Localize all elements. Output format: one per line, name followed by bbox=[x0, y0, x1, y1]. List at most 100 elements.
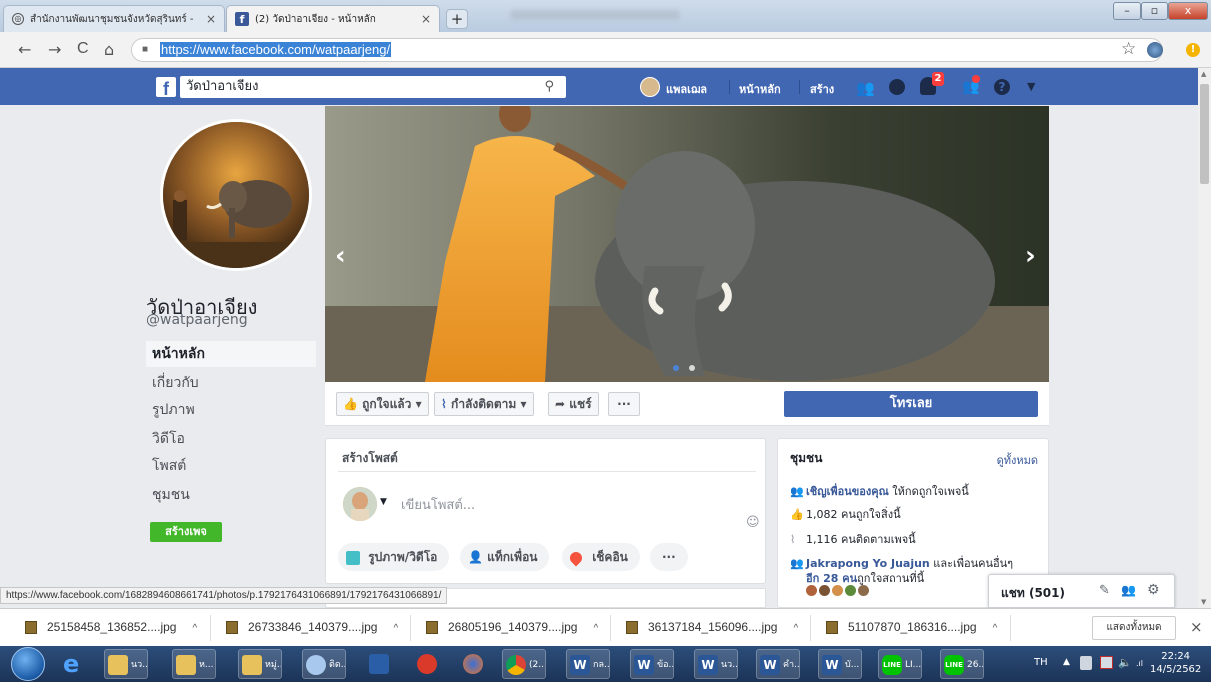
audience-dropdown-icon[interactable]: ▼ bbox=[380, 497, 387, 507]
left-nav-videos[interactable]: วิดีโอ bbox=[146, 426, 316, 452]
new-group-icon[interactable]: 👥 bbox=[1121, 583, 1136, 597]
reload-button[interactable]: C bbox=[77, 40, 89, 58]
maximize-button[interactable]: ▫ bbox=[1141, 2, 1168, 20]
emoji-icon[interactable]: ☺ bbox=[746, 515, 760, 530]
left-nav-home[interactable]: หน้าหลัก bbox=[146, 341, 316, 367]
download-item[interactable]: 26733846_140379....jpg ^ bbox=[226, 620, 398, 635]
download-item[interactable]: 51107870_186316....jpg ^ bbox=[826, 620, 998, 635]
forward-button[interactable]: → bbox=[48, 40, 61, 59]
new-tab-button[interactable]: + bbox=[446, 9, 468, 29]
friend-avatar[interactable] bbox=[832, 585, 843, 596]
scrollbar-thumb[interactable] bbox=[1200, 84, 1209, 184]
close-tab-icon[interactable]: × bbox=[206, 12, 216, 26]
show-hidden-icons-icon[interactable]: ▲ bbox=[1063, 657, 1070, 667]
page-scrollbar[interactable]: ▲ ▼ bbox=[1198, 68, 1211, 608]
check-in-button[interactable]: เช็คอิน bbox=[562, 543, 640, 571]
ie-taskbar-icon[interactable]: e bbox=[60, 649, 96, 679]
call-now-button[interactable]: โทรเลย bbox=[784, 391, 1038, 417]
system-clock[interactable]: 22:24 14/5/2562 bbox=[1150, 650, 1201, 676]
chevron-up-icon[interactable]: ^ bbox=[793, 623, 798, 634]
left-nav-about[interactable]: เกี่ยวกับ bbox=[146, 370, 316, 396]
left-nav-photos[interactable]: รูปภาพ bbox=[146, 397, 316, 423]
taskbar-item[interactable]: ติด... bbox=[302, 649, 346, 679]
language-indicator[interactable]: TH bbox=[1034, 657, 1048, 668]
word-taskbar-item[interactable]: Wข้อ... bbox=[630, 649, 674, 679]
create-link[interactable]: สร้าง bbox=[810, 80, 834, 98]
word-taskbar-item[interactable]: Wกล... bbox=[566, 649, 610, 679]
download-item[interactable]: 26805196_140379....jpg ^ bbox=[426, 620, 598, 635]
taskbar-item[interactable]: หมู่... bbox=[238, 649, 282, 679]
profile-alert-icon[interactable]: ! bbox=[1186, 43, 1200, 57]
page-profile-picture[interactable] bbox=[160, 119, 312, 271]
extension-icon[interactable] bbox=[1147, 42, 1163, 58]
messenger-icon[interactable] bbox=[889, 79, 905, 95]
left-nav-posts[interactable]: โพสต์ bbox=[146, 453, 316, 479]
paw-app-taskbar-icon[interactable] bbox=[414, 649, 450, 679]
friends-more-link[interactable]: อีก 28 คน bbox=[806, 572, 857, 585]
taskbar-item[interactable]: นว... bbox=[104, 649, 148, 679]
home-link[interactable]: หน้าหลัก bbox=[739, 80, 781, 98]
taskbar-item[interactable]: ห... bbox=[172, 649, 216, 679]
chevron-up-icon[interactable]: ^ bbox=[192, 623, 197, 634]
friend-avatar[interactable] bbox=[845, 585, 856, 596]
close-tab-icon[interactable]: × bbox=[421, 12, 431, 26]
close-window-button[interactable]: x bbox=[1168, 2, 1208, 20]
share-button[interactable]: ➦ แชร์ bbox=[548, 392, 599, 416]
more-actions-button[interactable]: ··· bbox=[608, 392, 640, 416]
line-taskbar-item[interactable]: LINE26... bbox=[940, 649, 984, 679]
friend-avatar[interactable] bbox=[858, 585, 869, 596]
show-all-downloads-button[interactable]: แสดงทั้งหมด bbox=[1092, 616, 1176, 640]
facebook-search-input[interactable]: วัดป่าอาเจียง ⚲ bbox=[180, 76, 566, 98]
invite-friends-link[interactable]: เชิญเพื่อนของคุณ bbox=[806, 485, 889, 498]
back-button[interactable]: ← bbox=[18, 40, 31, 59]
home-button[interactable]: ⌂ bbox=[104, 40, 114, 59]
close-downloads-icon[interactable]: × bbox=[1190, 618, 1203, 636]
friend-avatars[interactable] bbox=[806, 585, 869, 596]
chevron-up-icon[interactable]: ^ bbox=[393, 623, 398, 634]
word-taskbar-item[interactable]: W บั... bbox=[818, 649, 862, 679]
chrome-taskbar-item[interactable]: (2... bbox=[502, 649, 546, 679]
start-button[interactable] bbox=[11, 647, 45, 681]
new-message-icon[interactable]: ✎ bbox=[1099, 583, 1110, 598]
account-menu-chevron-icon[interactable]: ▼ bbox=[1027, 80, 1035, 93]
chat-settings-gear-icon[interactable]: ⚙ bbox=[1147, 582, 1160, 598]
user-avatar[interactable] bbox=[640, 77, 660, 97]
chevron-up-icon[interactable]: ^ bbox=[593, 623, 598, 634]
post-text-input[interactable]: เขียนโพสต์... bbox=[401, 494, 475, 515]
download-item[interactable]: 25158458_136852....jpg ^ bbox=[25, 620, 197, 635]
bookmark-star-icon[interactable]: ☆ bbox=[1121, 39, 1136, 59]
browser-tab-1[interactable]: ◎ สำนักงานพัฒนาชุมชนจังหวัดสุรินทร์ - × bbox=[3, 5, 225, 32]
create-page-button[interactable]: สร้างเพจ bbox=[150, 522, 222, 542]
tag-friends-button[interactable]: 👤 แท็กเพื่อน bbox=[460, 543, 550, 571]
user-name-link[interactable]: แพลเฌล bbox=[666, 80, 707, 98]
search-icon[interactable]: ⚲ bbox=[544, 76, 554, 98]
word-taskbar-item[interactable]: Wนว... bbox=[694, 649, 738, 679]
url-field[interactable]: ■ https://www.facebook.com/watpaarjeng/ bbox=[131, 38, 1163, 62]
signal-icon[interactable]: .ıl bbox=[1136, 659, 1143, 668]
cover-next-arrow-icon[interactable]: › bbox=[1025, 241, 1036, 271]
network-error-icon[interactable] bbox=[1100, 656, 1113, 669]
line-taskbar-item[interactable]: LINE LI... bbox=[878, 649, 922, 679]
poster-avatar[interactable] bbox=[343, 487, 377, 521]
friend-avatar[interactable] bbox=[819, 585, 830, 596]
cover-photo[interactable]: ‹ › bbox=[325, 106, 1049, 382]
see-all-link[interactable]: ดูทั้งหมด bbox=[997, 451, 1038, 469]
chevron-up-icon[interactable]: ^ bbox=[993, 623, 998, 634]
help-icon[interactable]: ? bbox=[994, 79, 1010, 95]
more-post-options-button[interactable]: ··· bbox=[650, 543, 688, 571]
left-nav-community[interactable]: ชุมชน bbox=[146, 482, 316, 508]
browser-tab-2[interactable]: f (2) วัดป่าอาเจียง - หน้าหลัก × bbox=[226, 5, 440, 32]
volume-icon[interactable]: 🔈 bbox=[1118, 656, 1132, 669]
tray-app-icon[interactable] bbox=[1080, 656, 1092, 670]
firefox-taskbar-icon[interactable] bbox=[460, 649, 496, 679]
liked-button[interactable]: 👍 ถูกใจแล้ว ▾ bbox=[336, 392, 429, 416]
download-item[interactable]: 36137184_156096....jpg ^ bbox=[626, 620, 798, 635]
media-player-taskbar-icon[interactable] bbox=[366, 649, 402, 679]
scroll-up-arrow-icon[interactable]: ▲ bbox=[1201, 70, 1206, 78]
minimize-button[interactable]: – bbox=[1113, 2, 1141, 20]
scroll-down-arrow-icon[interactable]: ▼ bbox=[1201, 598, 1206, 606]
following-button[interactable]: ⌇ กำลังติดตาม ▾ bbox=[434, 392, 534, 416]
chat-bar[interactable]: แชท (501) ✎ 👥 ⚙ bbox=[988, 574, 1175, 608]
photo-video-button[interactable]: รูปภาพ/วิดีโอ bbox=[338, 543, 450, 571]
facebook-logo-icon[interactable]: f bbox=[156, 77, 176, 97]
